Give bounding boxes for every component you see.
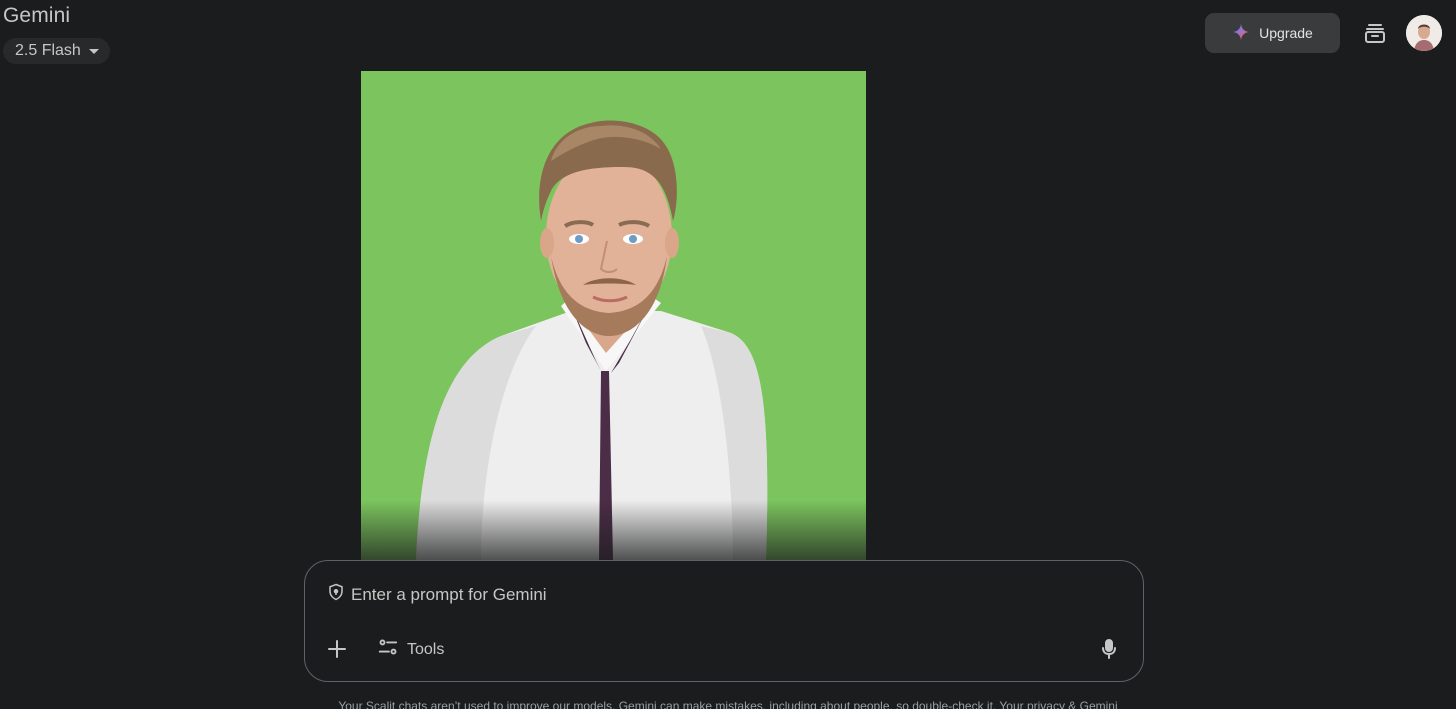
tools-label: Tools: [407, 640, 445, 658]
photo-fade: [361, 500, 866, 560]
upgrade-button[interactable]: Upgrade: [1205, 13, 1340, 53]
shield-icon: [327, 583, 345, 606]
model-picker[interactable]: 2.5 Flash: [3, 38, 110, 64]
archive-icon[interactable]: [1362, 20, 1388, 46]
app-title: Gemini: [3, 4, 71, 27]
disclaimer-text: Your Scalit chats aren’t used to improve…: [338, 699, 1118, 709]
tools-button[interactable]: Tools: [377, 636, 444, 663]
tools-sliders-icon: [377, 636, 399, 663]
gemini-app: Gemini 2.5 Flash Upgrade Enter a prompt …: [0, 0, 1456, 709]
avatar[interactable]: [1406, 15, 1442, 51]
caret-down-icon: [88, 49, 99, 54]
upgrade-label: Upgrade: [1259, 25, 1313, 41]
prompt-row: [327, 583, 1051, 606]
microphone-icon[interactable]: [1097, 637, 1121, 661]
uploaded-photo: [361, 71, 866, 560]
model-label: 2.5 Flash: [15, 42, 81, 59]
plus-icon[interactable]: [325, 637, 349, 661]
sparkle-icon: [1232, 23, 1250, 44]
prompt-input[interactable]: [351, 584, 1051, 605]
prompt-box: Tools: [304, 560, 1144, 682]
